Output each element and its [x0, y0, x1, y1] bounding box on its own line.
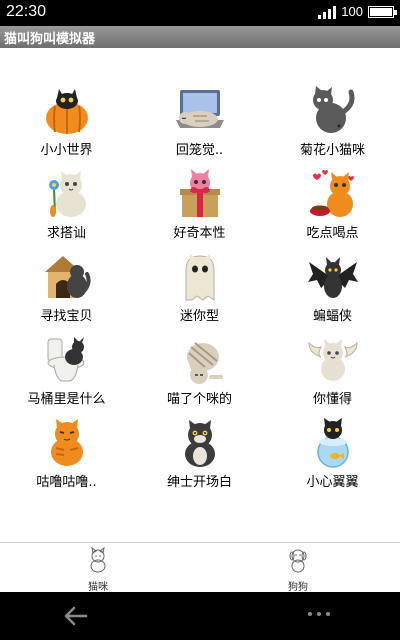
grid-item-batman[interactable]: 蝙蝠侠: [266, 252, 399, 326]
more-button[interactable]: [308, 612, 338, 622]
grid-item-label: 马桶里是什么: [27, 392, 106, 407]
grid-item-little-world[interactable]: 小小世界: [0, 86, 133, 160]
cat-bat-wings-icon: [307, 257, 358, 298]
cat-in-pumpkin-icon: [45, 89, 88, 134]
cat-in-gift-box-icon: [179, 169, 220, 217]
back-button[interactable]: [62, 604, 90, 628]
grid-item-label: 吃点喝点: [306, 226, 359, 241]
grid-item-chrysanthemum-kitty[interactable]: 菊花小猫咪: [266, 86, 399, 160]
more-dots-icon: [308, 612, 312, 616]
status-bar: 22:30 100: [0, 0, 400, 26]
grid-item-purr-purr[interactable]: 咕噜咕噜..: [0, 418, 133, 492]
battery-icon: [368, 5, 397, 18]
grid-item-label: 求搭讪: [46, 226, 86, 241]
grid-item-find-treasure[interactable]: 寻找宝贝: [0, 252, 133, 326]
grid-item-eat-drink[interactable]: 吃点喝点: [266, 169, 399, 243]
grid-item-label: 好奇本性: [173, 226, 226, 241]
cat-with-fishbowl-icon: [316, 418, 349, 468]
cat-sleeping-on-laptop-icon: [175, 90, 224, 128]
grid-item-label: 寻找宝贝: [40, 309, 93, 324]
grid-item-meow-meow[interactable]: 喵了个咪的: [133, 335, 266, 409]
cat-angel-wings-icon: [307, 339, 358, 381]
grid-item-label: 小心翼翼: [306, 475, 359, 490]
grid-item-label: 蝙蝠侠: [312, 309, 352, 324]
grid-item-you-know[interactable]: 你懂得: [266, 335, 399, 409]
cat-rear-view-icon: [312, 86, 354, 133]
signal-icon: [318, 5, 337, 19]
grid-item-label: 小小世界: [40, 143, 93, 158]
cat-gentleman-icon: [184, 420, 215, 467]
grid-item-carefully[interactable]: 小心翼翼: [266, 418, 399, 492]
tab-cats[interactable]: 猫咪: [58, 546, 138, 593]
cat-tab-icon: [90, 546, 106, 573]
bottom-tab-bar: 猫咪 狗狗: [0, 542, 400, 593]
cat-sitting-orange-icon: [50, 419, 83, 466]
grid-item-gentleman-opening[interactable]: 绅士开场白: [133, 418, 266, 492]
grid-item-label: 回笼觉..: [175, 143, 224, 158]
grid-item-label: 咕噜咕噜..: [36, 475, 97, 490]
grid-item-label: 喵了个咪的: [166, 392, 232, 407]
cat-stretching-icon: [186, 342, 223, 384]
battery-level: [370, 7, 392, 16]
battery-percent: 100: [341, 4, 363, 19]
grid-item-sleep-in[interactable]: 回笼觉..: [133, 86, 266, 160]
grid-item-pick-up[interactable]: 求搭讪: [0, 169, 133, 243]
app-title: 猫叫狗叫模拟器: [4, 32, 96, 47]
cat-with-flower-icon: [48, 171, 86, 217]
back-arrow-icon: [64, 606, 88, 626]
cat-on-toilet-icon: [47, 337, 84, 382]
status-time: 22:30: [6, 3, 47, 20]
tab-label: 狗狗: [288, 582, 308, 593]
grid-item-mini[interactable]: 迷你型: [133, 252, 266, 326]
status-indicators: 100: [318, 4, 397, 19]
grid-item-curious-nature[interactable]: 好奇本性: [133, 169, 266, 243]
dog-tab-icon: [289, 549, 307, 573]
grid-item-label: 迷你型: [179, 309, 219, 324]
cat-at-doghouse-icon: [44, 256, 91, 298]
cat-ghost-costume-icon: [185, 254, 214, 301]
app-title-bar: 猫叫狗叫模拟器: [0, 26, 400, 48]
system-nav-bar: [0, 592, 400, 640]
tab-dogs[interactable]: 狗狗: [258, 547, 338, 593]
grid-item-label: 绅士开场白: [166, 475, 232, 490]
grid-item-label: 菊花小猫咪: [299, 143, 365, 158]
grid-item-label: 你懂得: [312, 392, 352, 407]
tab-label: 猫咪: [88, 582, 108, 593]
cat-with-food-bowl-icon: [309, 170, 354, 217]
grid-item-whats-in-toilet[interactable]: 马桶里是什么: [0, 335, 133, 409]
